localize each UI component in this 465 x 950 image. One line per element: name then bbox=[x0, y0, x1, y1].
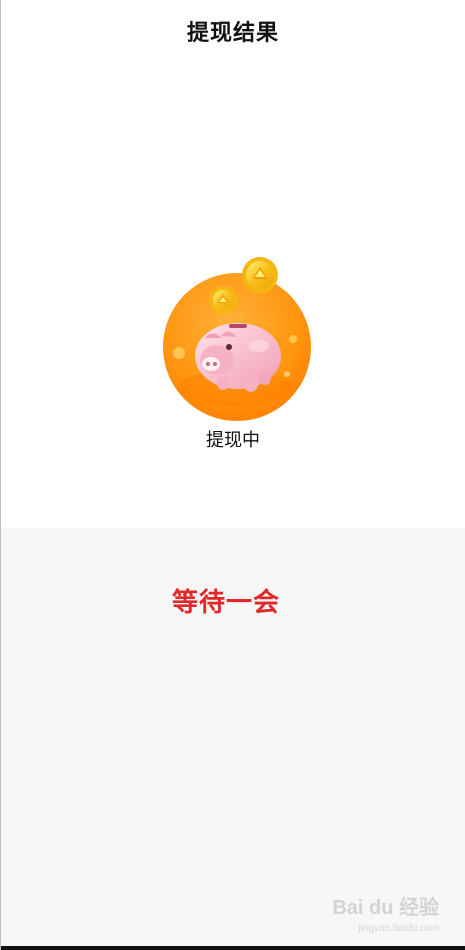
bottom-edge-line bbox=[1, 946, 465, 950]
baidu-jingyan-watermark-url: jingyan.baidu.com bbox=[358, 923, 439, 934]
withdrawal-illustration bbox=[161, 252, 313, 422]
piggy-bank-with-coins-icon bbox=[163, 257, 311, 421]
withdrawal-status-label: 提现中 bbox=[206, 430, 260, 451]
withdrawal-result-screen: 提现结果 提现中 等待一会 Bai du 经验 jingyan.baidu.co… bbox=[0, 0, 465, 950]
coin-icon bbox=[242, 257, 278, 293]
lower-content-panel: 等待一会 Bai du 经验 jingyan.baidu.com bbox=[1, 528, 465, 946]
wait-message: 等待一会 bbox=[172, 588, 281, 618]
coin-icon bbox=[209, 286, 237, 314]
page-header: 提现结果 bbox=[1, 0, 465, 64]
page-title: 提现结果 bbox=[186, 21, 279, 46]
baidu-jingyan-watermark: Bai du 经验 bbox=[332, 897, 439, 919]
